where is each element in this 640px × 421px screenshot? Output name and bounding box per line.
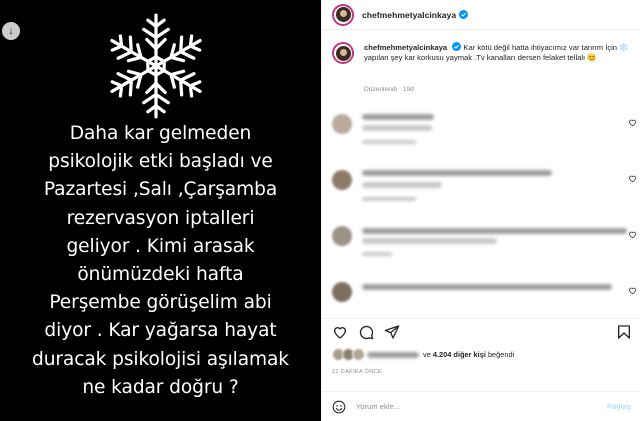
likes-count[interactable]: 4.204 diğer kişi xyxy=(433,350,486,359)
list-item xyxy=(322,272,640,316)
caption-avatar[interactable] xyxy=(332,42,354,64)
caption-meta: Düzenlendi · 19d xyxy=(364,86,414,93)
post-panel: chefmehmetyalcinkaya chefmehmetyalcinkay… xyxy=(321,0,640,421)
verified-badge-icon xyxy=(452,42,462,51)
bookmark-icon[interactable] xyxy=(616,324,632,340)
comment-input[interactable] xyxy=(356,402,607,411)
post-comment-button[interactable]: Paylaş xyxy=(607,402,631,411)
likes-summary: ve 4.204 diğer kişi beğendi xyxy=(332,348,514,361)
post-header: chefmehmetyalcinkaya xyxy=(322,0,640,30)
commenter-avatar[interactable] xyxy=(332,226,352,246)
comment-like-icon[interactable] xyxy=(628,174,637,183)
comment-icon[interactable] xyxy=(358,324,374,340)
commenter-avatar[interactable] xyxy=(332,282,352,302)
comment-like-icon[interactable] xyxy=(628,286,637,295)
avatar[interactable] xyxy=(332,3,354,26)
liker-avatars[interactable] xyxy=(332,348,365,361)
commenter-avatar[interactable] xyxy=(332,170,352,190)
heart-icon[interactable] xyxy=(332,324,348,340)
emoji-icon[interactable] xyxy=(332,400,346,414)
comment-like-icon[interactable] xyxy=(628,230,637,239)
list-item xyxy=(322,160,640,216)
snowflake-icon xyxy=(104,13,208,119)
share-icon[interactable] xyxy=(384,324,400,340)
story-image: ↓ Daha kar gelmeden psikolojik etki başl… xyxy=(0,0,321,421)
commenter-avatar[interactable] xyxy=(332,114,352,134)
list-item xyxy=(322,216,640,272)
action-bar xyxy=(322,318,640,344)
comment-like-icon[interactable] xyxy=(628,118,637,127)
story-text: Daha kar gelmeden psikolojik etki başlad… xyxy=(32,123,289,398)
header-username[interactable]: chefmehmetyalcinkaya xyxy=(362,10,456,20)
download-icon[interactable]: ↓ xyxy=(2,22,20,40)
caption-username[interactable]: chefmehmetyalcinkaya xyxy=(364,43,447,52)
list-item xyxy=(322,104,640,160)
verified-badge-icon xyxy=(459,10,469,19)
post-timestamp[interactable]: 21 DAKİKA ÖNCE xyxy=(332,369,382,375)
comment-list xyxy=(322,104,640,316)
add-comment-bar: Paylaş xyxy=(322,391,640,421)
